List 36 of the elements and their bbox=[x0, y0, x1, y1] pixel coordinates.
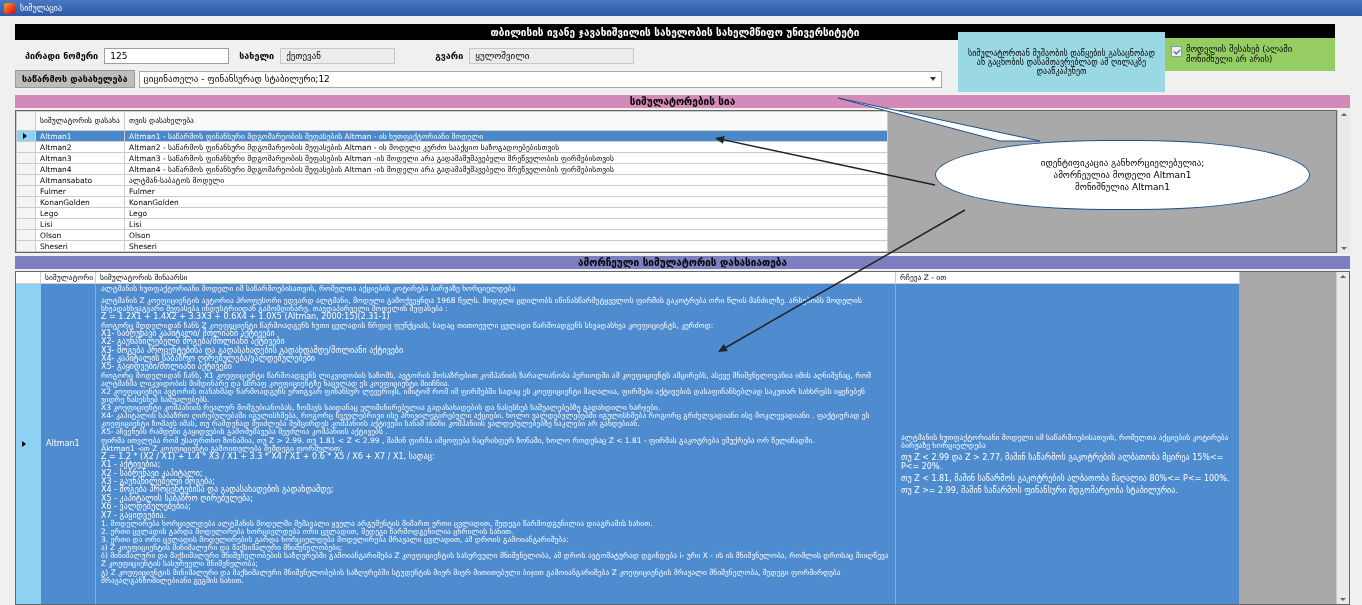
grid-corner bbox=[16, 111, 36, 131]
scrollbar[interactable] bbox=[1336, 272, 1349, 604]
content-text: X3 - გაუნაწილებელი მოგება; bbox=[101, 477, 216, 486]
content-text: X1 - აქტივებია; bbox=[101, 461, 162, 470]
university-title: თბილისის ივანე ჯავახიშვილის სახელობის სახელმწიფო უნივერსიტეტი bbox=[15, 24, 1335, 40]
content-text: X2- გაუნაწილებელი მოგება/მთლიანი აქტივები bbox=[101, 338, 285, 347]
instructions-button[interactable]: სიმულატორთან მუშაობის დაწყების გასაცნობად ან გაცნობის დასამთავრებლად ამ ღილაკზე დააწკაპუნეთ bbox=[958, 32, 1165, 92]
checkbox[interactable] bbox=[1171, 46, 1182, 57]
content-text: თუ Z < 2.99 და Z > 2.77, მაშინ საწარმოს გაკოტრების ალბათობა მცირეა 15%<= P<= 20%. bbox=[901, 454, 1225, 471]
table-cell: Altman1 bbox=[46, 439, 80, 449]
row-pointer-icon bbox=[22, 441, 26, 447]
input-field[interactable]: ქეთევან bbox=[280, 48, 396, 64]
content-text: თუ Z >= 2.99, მაშინ საწარმოს ფინანსური მდგომარეობა სტაბილურია. bbox=[901, 487, 1179, 496]
content-text: X7 - გაყიდვებია. bbox=[101, 511, 167, 520]
scrollbar[interactable] bbox=[1337, 110, 1350, 253]
content-text: X6 - ვალდებულებებია; bbox=[101, 503, 192, 512]
field-label: სახელი bbox=[238, 51, 276, 61]
callout-text: მონიშნულია Altman1 bbox=[1075, 181, 1170, 193]
field-label: პირადი ნომერი bbox=[24, 51, 100, 61]
app-icon bbox=[4, 2, 15, 14]
callout-text: იდენტიფიკაცია განხორციელებულია; bbox=[1040, 157, 1205, 169]
company-label: საწარმოს დასახელება bbox=[15, 70, 135, 88]
content-text: X2 - საბრუნავი კაპიტალი; bbox=[101, 469, 203, 478]
company-dropdown[interactable]: ციცინათელა - ფინანსურად სტაბილური;12 bbox=[138, 70, 942, 88]
content-text: X4 - მოგება პროცენტებისა და გადასახადების გადახდამდე; bbox=[101, 486, 335, 495]
content-text: თუ Z < 1.81, მაშინ საწარმოს გაკოტრების ალბათობა მაღალია 80%<= P<= 100%. bbox=[901, 475, 1231, 484]
field-label: გვარი bbox=[434, 51, 465, 61]
input-field[interactable]: 125 bbox=[104, 48, 230, 64]
content-text: X5- გაყიდვები/მთლიანი აქტივები bbox=[101, 363, 232, 372]
section-title: სიმულატორების სია bbox=[15, 95, 1350, 108]
window-title: სიმულაცია bbox=[20, 3, 63, 13]
section-title: ამორჩეული სიმულატორის დახასიათება bbox=[15, 256, 1350, 269]
row-header[interactable] bbox=[16, 284, 41, 604]
input-field[interactable]: ყულოშვილი bbox=[469, 48, 635, 64]
content-text: Z = 1.2X1 + 1.4X2 + 3.3X3 + 0.6X4 + 1.0X5 (Altman, 2000:15)(2.31-1) bbox=[101, 313, 390, 322]
callout-text: ამორჩეულია მოდელი Altman1 bbox=[1053, 169, 1192, 181]
